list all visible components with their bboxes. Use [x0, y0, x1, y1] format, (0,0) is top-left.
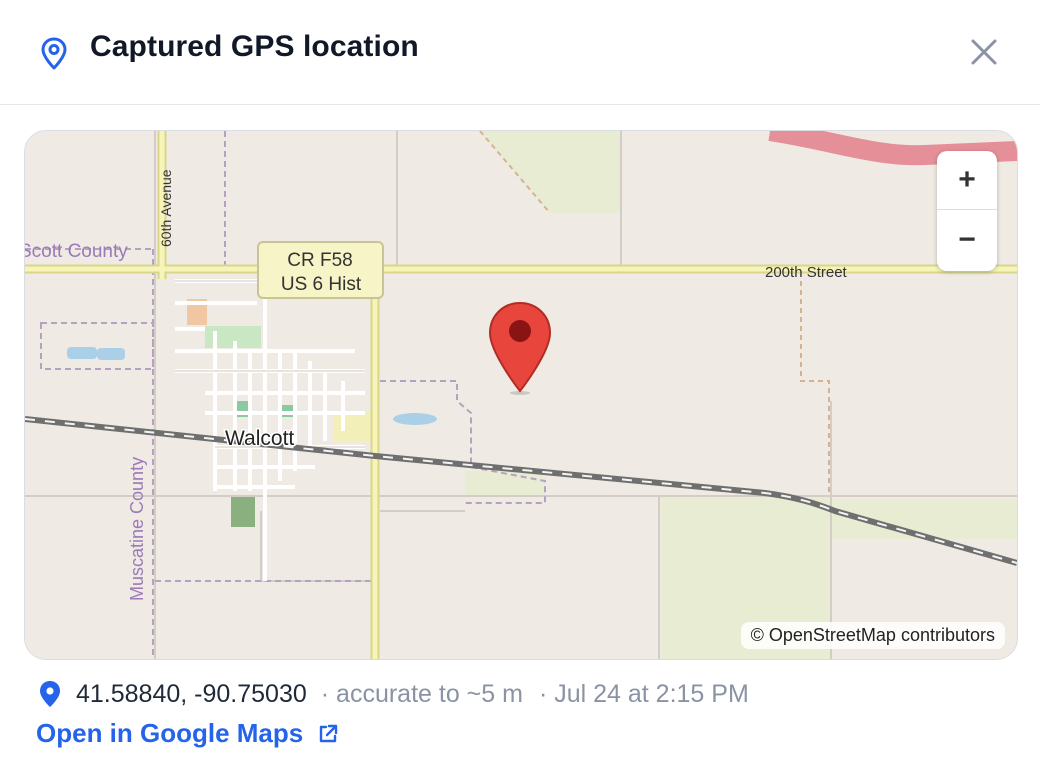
location-details: 41.58840, -90.75030 · accurate to ~5 m ·…	[38, 676, 749, 712]
dialog-header: Captured GPS location	[0, 0, 1040, 105]
zoom-controls: + −	[937, 151, 997, 271]
zoom-in-button[interactable]: +	[937, 151, 997, 210]
open-in-google-maps-label: Open in Google Maps	[36, 718, 304, 748]
map-label-walcott: Walcott	[225, 427, 294, 450]
map-attribution[interactable]: © OpenStreetMap contributors	[740, 622, 1005, 649]
map-label-muscatine-county: Muscatine County	[127, 457, 147, 601]
map-label-scott-county: Scott County	[25, 241, 128, 262]
map-pin-icon	[41, 37, 67, 70]
location-marker[interactable]	[487, 301, 553, 395]
route-shield: CR F58 US 6 Hist	[257, 241, 384, 299]
coordinates: 41.58840, -90.75030	[76, 679, 307, 708]
map-tiles: Scott County 60th Avenue 200th Street Wa…	[25, 131, 1017, 659]
route-shield-line2: US 6 Hist	[281, 274, 362, 295]
external-link-icon	[320, 724, 338, 742]
dialog-title: Captured GPS location	[90, 30, 419, 63]
route-shield-line1: CR F58	[287, 250, 352, 271]
open-in-google-maps-link[interactable]: Open in Google Maps	[36, 718, 339, 749]
accuracy: · accurate to ~5 m	[320, 679, 523, 708]
zoom-out-button[interactable]: −	[937, 211, 997, 269]
location-pin-icon	[40, 681, 60, 707]
map-label-200th-street: 200th Street	[765, 264, 848, 281]
timestamp: · Jul 24 at 2:15 PM	[538, 679, 749, 708]
close-icon[interactable]	[964, 32, 1004, 72]
map-label-60th-avenue: 60th Avenue	[158, 169, 174, 247]
gps-location-dialog: Captured GPS location Scott County 60th …	[0, 0, 1040, 782]
map-view[interactable]: Scott County 60th Avenue 200th Street Wa…	[24, 130, 1018, 660]
